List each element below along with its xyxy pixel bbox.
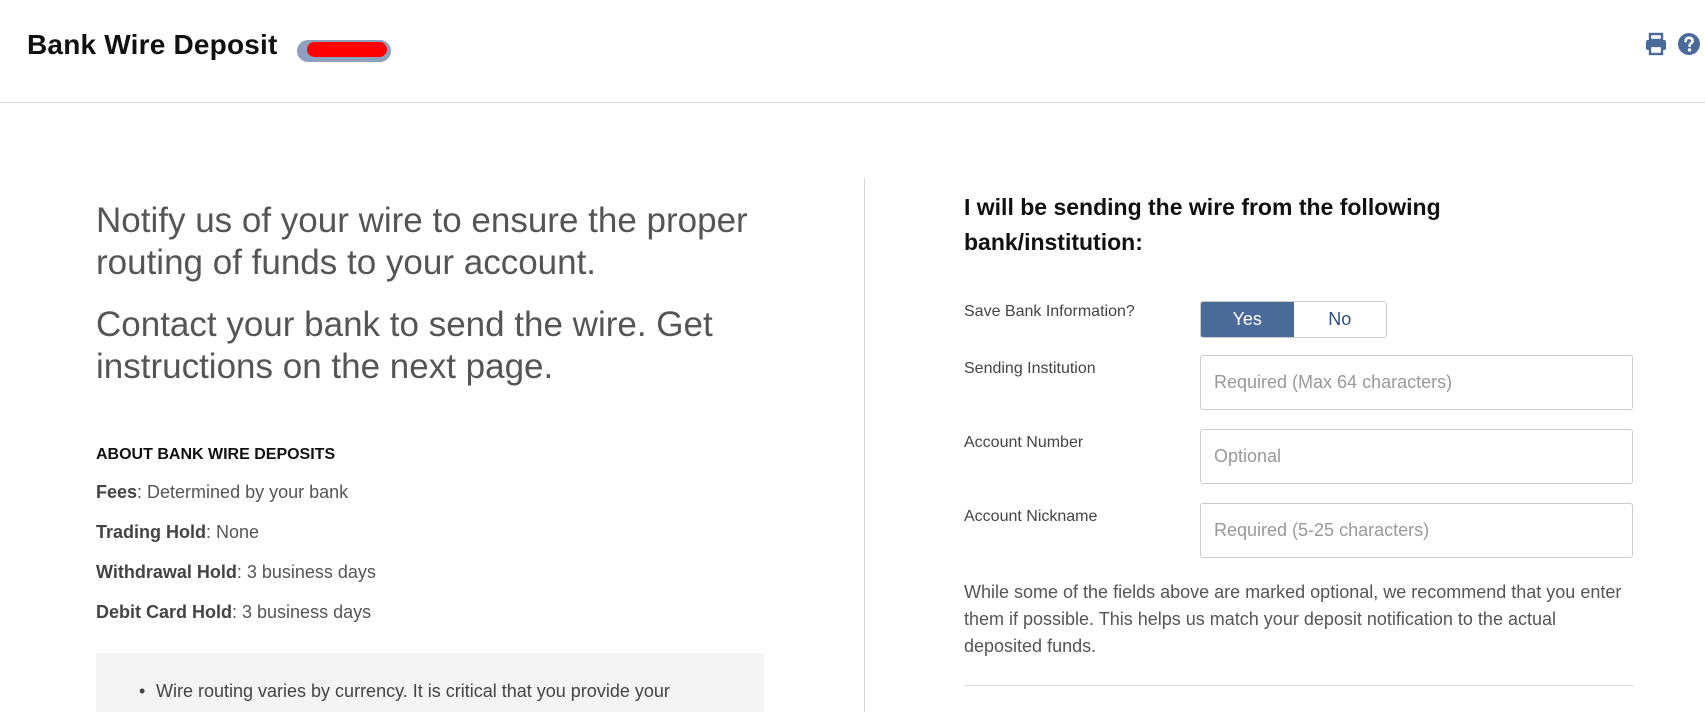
no-option[interactable]: No bbox=[1293, 302, 1386, 337]
account-nickname-input[interactable] bbox=[1200, 503, 1633, 558]
page-header: Bank Wire Deposit bbox=[0, 0, 1705, 103]
account-number-input[interactable] bbox=[1200, 429, 1633, 484]
info-key: Trading Hold bbox=[96, 522, 206, 542]
withdrawal-hold-row: Withdrawal Hold: 3 business days bbox=[96, 560, 776, 584]
info-value: : None bbox=[206, 522, 260, 542]
instructions-text: Contact your bank to send the wire. Get … bbox=[96, 305, 713, 386]
account-badge[interactable] bbox=[297, 40, 391, 62]
save-bank-label: Save Bank Information? bbox=[964, 303, 1135, 320]
column-divider bbox=[864, 178, 865, 712]
info-value: : 3 business days bbox=[236, 562, 376, 582]
optional-fields-help: While some of the fields above are marke… bbox=[964, 582, 1622, 656]
redacted-account-mark bbox=[307, 42, 387, 57]
routing-note: Wire routing varies by currency. It is c… bbox=[139, 681, 670, 702]
fees-row: Fees: Determined by your bank bbox=[96, 480, 776, 504]
info-key: Fees bbox=[96, 482, 138, 502]
account-nickname-label: Account Nickname bbox=[964, 508, 1098, 525]
info-value: : 3 business days bbox=[232, 602, 372, 622]
form-divider bbox=[964, 685, 1634, 686]
about-heading: ABOUT BANK WIRE DEPOSITS bbox=[96, 446, 336, 463]
sending-institution-input[interactable] bbox=[1200, 355, 1633, 410]
debit-card-hold-row: Debit Card Hold: 3 business days bbox=[96, 600, 776, 624]
save-bank-toggle[interactable]: Yes No bbox=[1200, 301, 1387, 338]
routing-note-box: Wire routing varies by currency. It is c… bbox=[96, 653, 764, 712]
print-icon[interactable] bbox=[1644, 32, 1668, 56]
info-key: Debit Card Hold bbox=[96, 602, 233, 622]
intro-text: Notify us of your wire to ensure the pro… bbox=[96, 201, 748, 282]
bank-info-form: I will be sending the wire from the foll… bbox=[964, 190, 1634, 686]
sending-institution-label: Sending Institution bbox=[964, 360, 1096, 377]
form-heading: I will be sending the wire from the foll… bbox=[964, 194, 1441, 255]
info-key: Withdrawal Hold bbox=[96, 562, 237, 582]
info-value: : Determined by your bank bbox=[137, 482, 349, 502]
wire-info-panel: Notify us of your wire to ensure the pro… bbox=[96, 200, 776, 624]
yes-option[interactable]: Yes bbox=[1201, 302, 1294, 337]
page-title: Bank Wire Deposit bbox=[27, 29, 278, 60]
help-icon[interactable] bbox=[1677, 32, 1701, 56]
trading-hold-row: Trading Hold: None bbox=[96, 520, 776, 544]
account-number-label: Account Number bbox=[964, 434, 1084, 451]
